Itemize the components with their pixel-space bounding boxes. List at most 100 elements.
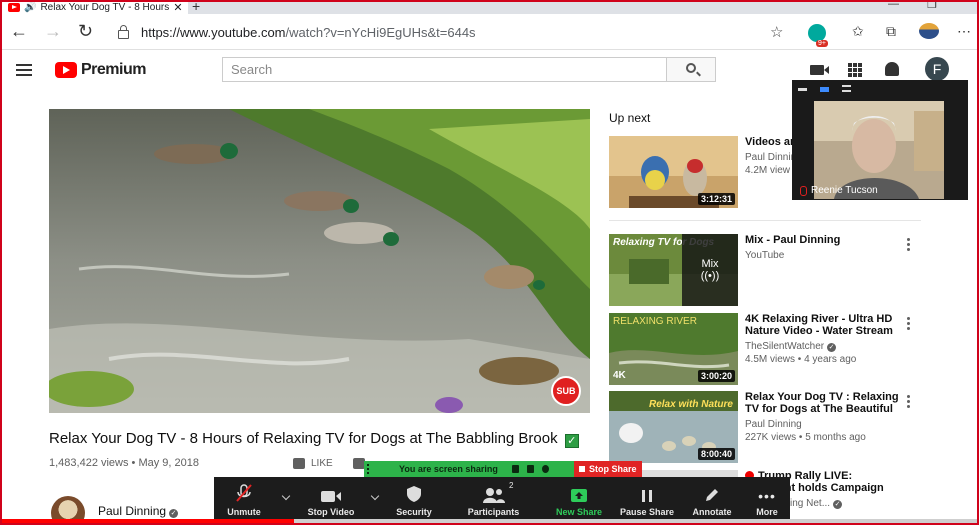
new-share-button[interactable]: New Share [554,477,604,525]
lock-icon [118,24,129,39]
tab-strip: 🔊 Relax Your Dog TV - 8 Hours ✕ + — ❐ [0,0,979,14]
duration-label: 8:00:40 [697,448,735,460]
annotate-label: Annotate [692,507,732,517]
more-options-icon[interactable] [907,395,911,410]
search-icon [686,63,696,73]
address-bar[interactable]: https://www.youtube.com/watch?v=nYcHi9Eg… [108,19,798,45]
like-button[interactable]: LIKE [293,458,333,469]
unmute-button[interactable]: Unmute [224,477,264,525]
verified-icon: ✓ [827,343,837,352]
zoom-video-titlebar[interactable] [792,80,968,100]
tab-title: Relax Your Dog TV - 8 Hours [40,1,170,13]
checkmark-emoji-icon: ✓ [564,434,579,448]
video-frame-ducks [49,109,590,413]
apps-grid-icon[interactable] [848,63,862,77]
shield-small-icon[interactable] [541,465,549,473]
stop-square-icon [579,466,585,472]
mic-icon[interactable] [526,465,534,473]
video-thumbnail[interactable]: Relaxing TV for Dogs Mix ((•)) [609,234,738,306]
more-options-icon[interactable] [907,317,911,332]
favorites-icon[interactable]: ✩ [852,23,864,40]
speaker-view-icon[interactable] [820,87,829,92]
notifications-bell-icon[interactable] [885,62,899,76]
thumbnail-overlay-text: Relax with Nature [649,399,733,410]
sharing-status-text: You are screen sharing [399,464,498,474]
verified-icon: ✓ [169,509,179,518]
audio-playing-icon[interactable]: 🔊 [24,2,36,13]
menu-dots-icon[interactable]: ⋯ [957,23,971,40]
video-thumbnail[interactable]: 3:12:31 [609,136,738,208]
stop-share-button[interactable]: Stop Share [574,461,642,477]
new-tab-button[interactable]: + [192,0,200,14]
gallery-view-icon[interactable] [842,85,851,92]
video-player[interactable] [49,109,590,413]
channel-name-text: Paul Dinning [98,504,167,518]
youtube-logo[interactable]: Premium [55,61,146,79]
minimize-icon[interactable]: — [888,0,899,10]
video-progress-bar[interactable] [0,519,979,523]
rec-title[interactable]: 4K Relaxing River - Ultra HD Nature Vide… [745,313,905,337]
stop-video-button[interactable]: Stop Video [306,477,356,525]
new-share-label: New Share [555,507,603,517]
channel-name[interactable]: Paul Dinning ✓ [98,504,179,518]
search-button[interactable] [666,57,716,82]
forward-icon[interactable]: → [44,22,62,40]
video-title: Relax Your Dog TV - 8 Hours of Relaxing … [49,430,579,448]
participant-label: Reenie Tucson [800,185,878,196]
view-count-date: 1,483,422 views • May 9, 2018 [49,457,199,469]
drag-handle-icon[interactable] [367,461,377,477]
screen-sharing-bar[interactable]: You are screen sharing [364,461,574,477]
participants-label: Participants [467,507,520,517]
hamburger-menu-icon[interactable] [16,64,32,76]
verified-icon: ✓ [833,500,843,509]
search-input[interactable]: Search [222,57,667,82]
profile-avatar[interactable] [919,23,939,39]
rec-channel[interactable]: Paul Dinning [745,419,905,430]
logo-text: Premium [81,61,146,78]
video-options-caret-icon[interactable] [370,491,380,501]
video-thumbnail[interactable]: RELAXING RIVER 4K 3:00:20 [609,313,738,385]
tab-close-icon[interactable]: ✕ [171,1,185,14]
unmute-label: Unmute [227,507,261,517]
more-options-icon[interactable] [907,238,911,253]
rec-title[interactable]: Relax Your Dog TV : Relaxing TV for Dogs… [745,391,905,415]
pencil-icon [706,489,718,501]
annotate-button[interactable]: Annotate [690,477,734,525]
more-button[interactable]: ••• More [752,477,782,525]
bookmark-star-icon[interactable]: ☆ [770,23,783,41]
subscribe-watermark[interactable]: SUB [551,376,581,406]
create-video-icon[interactable] [810,65,829,75]
video-thumbnail[interactable]: Relax with Nature 8:00:40 [609,391,738,463]
restore-icon[interactable]: ❐ [927,0,937,11]
rec-channel[interactable]: YouTube [745,250,905,261]
recommended-video[interactable]: Relax with Nature 8:00:40 Relax Your Dog… [609,391,929,465]
video-camera-icon [321,491,341,502]
collections-icon[interactable]: ⧉ [886,23,896,40]
pause-share-label: Pause Share [619,507,675,517]
rec-channel[interactable]: TheSilentWatcher ✓ [745,341,905,352]
account-avatar[interactable]: F [925,57,949,81]
security-button[interactable]: Security [394,477,434,525]
zoom-video-window[interactable] [792,80,968,200]
audio-options-caret-icon[interactable] [281,491,291,501]
muted-mic-icon [800,185,807,196]
audio-icon[interactable] [511,465,519,473]
duration-label: 3:12:31 [697,193,735,205]
share-screen-icon [571,489,587,502]
minimize-video-icon[interactable] [798,88,807,91]
stop-share-label: Stop Share [589,464,637,474]
recommended-mix[interactable]: Relaxing TV for Dogs Mix ((•)) Mix - Pau… [609,234,929,308]
pause-share-button[interactable]: Pause Share [619,477,675,525]
mix-label: Mix [701,258,719,270]
rec-title[interactable]: Mix - Paul Dinning [745,234,905,246]
participants-button[interactable]: 2 Participants [466,477,521,525]
reload-icon[interactable]: ↻ [78,22,93,40]
mic-muted-icon [236,484,252,502]
recommended-video[interactable]: RELAXING RIVER 4K 3:00:20 4K Relaxing Ri… [609,313,929,387]
thumbnail-overlay-text: RELAXING RIVER [613,316,697,327]
browser-tab[interactable]: 🔊 Relax Your Dog TV - 8 Hours ✕ [2,0,188,14]
rec-meta: 4.5M views • 4 years ago [745,354,857,365]
url-path: /watch?v=nYcHi9EgUHs&t=644s [285,24,476,40]
progress-fill [0,519,294,523]
back-icon[interactable]: ← [10,22,28,40]
